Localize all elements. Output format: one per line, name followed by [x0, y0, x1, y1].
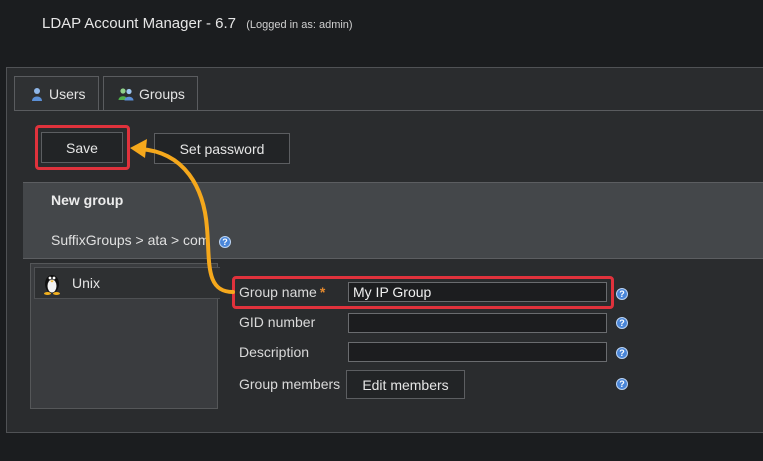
help-icon-dn[interactable]: ?	[219, 236, 231, 248]
group-name-highlight	[232, 276, 614, 309]
group-icon	[118, 87, 134, 101]
sidebar-item-unix-label: Unix	[72, 275, 101, 291]
breadcrumb: SuffixGroups > ata > com	[51, 232, 210, 248]
gid-number-input[interactable]	[348, 313, 607, 333]
set-password-button[interactable]: Set password	[154, 133, 290, 164]
app-title-text: LDAP Account Manager - 6.7	[42, 15, 237, 32]
login-status: (Logged in as: admin)	[246, 19, 353, 31]
description-label: Description	[239, 344, 310, 360]
tab-groups[interactable]: Groups	[103, 76, 198, 110]
help-icon-description[interactable]: ?	[616, 347, 628, 359]
app-title: LDAP Account Manager - 6.7 (Logged in as…	[42, 15, 353, 32]
help-icon-gid[interactable]: ?	[616, 317, 628, 329]
tab-users[interactable]: Users	[14, 76, 99, 110]
edit-members-button[interactable]: Edit members	[346, 370, 465, 399]
help-icon-members[interactable]: ?	[616, 378, 628, 390]
tux-icon	[42, 271, 62, 295]
user-icon	[30, 87, 44, 101]
tab-divider	[14, 110, 763, 111]
save-highlight	[35, 125, 130, 170]
help-icon-group-name[interactable]: ?	[616, 288, 628, 300]
description-input[interactable]	[348, 342, 607, 362]
tab-users-label: Users	[49, 85, 86, 102]
tab-groups-label: Groups	[139, 85, 185, 102]
sidebar-item-unix[interactable]: Unix	[34, 267, 220, 299]
page-title: New group	[51, 192, 124, 208]
gid-number-label: GID number	[239, 314, 316, 330]
group-members-label: Group members	[239, 376, 341, 392]
